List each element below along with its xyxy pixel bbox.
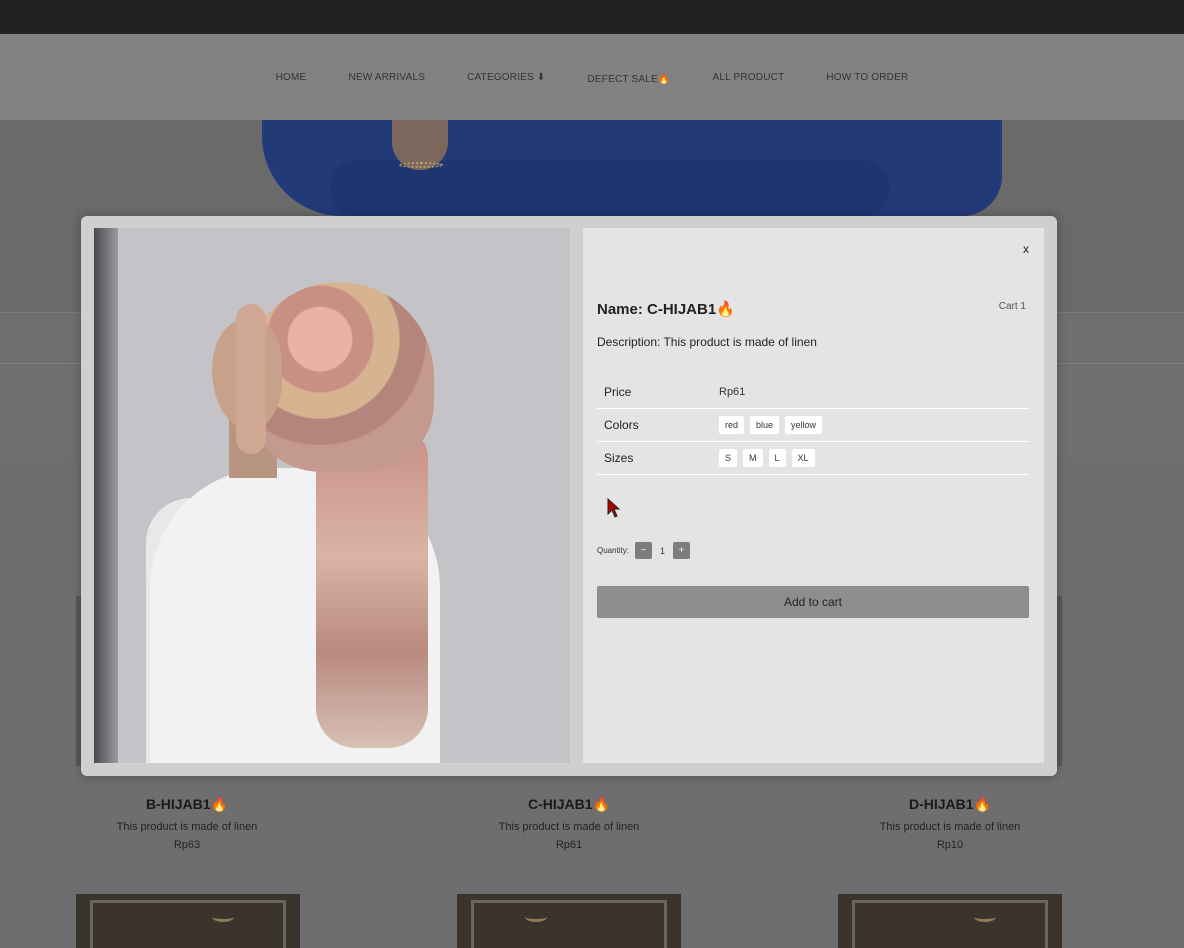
add-to-cart-button[interactable]: Add to cart xyxy=(597,586,1029,618)
quantity-stepper: Quantity: − 1 + xyxy=(597,542,691,559)
chandelier-icon xyxy=(974,912,996,922)
product-name: C-HIJAB1🔥 xyxy=(528,796,610,812)
product-description: This product is made of linen xyxy=(879,821,1021,833)
browser-top-bar xyxy=(0,0,1184,34)
colors-label: Colors xyxy=(604,418,639,432)
main-navigation: HOME NEW ARRIVALS CATEGORIES ⬇ DEFECT SA… xyxy=(0,34,1184,120)
product-attributes-table: Price Rp61 Colors red blue yellow Sizes … xyxy=(597,376,1029,475)
price-label: Price xyxy=(604,385,632,399)
nav-defect-sale[interactable]: DEFECT SALE🔥 xyxy=(587,74,670,85)
photo-shadow xyxy=(94,228,118,763)
mouse-cursor-icon xyxy=(607,498,621,518)
price-row: Price Rp61 xyxy=(597,376,1029,409)
product-thumbnail[interactable] xyxy=(457,894,681,948)
nav-new-arrivals[interactable]: NEW ARRIVALS xyxy=(348,72,425,83)
product-quick-view-modal: x Cart 1 Name: C-HIJAB1🔥 Description: Th… xyxy=(81,216,1057,776)
nav-all-product[interactable]: ALL PRODUCT xyxy=(713,72,785,83)
product-photo xyxy=(94,228,570,763)
nav-how-to-order[interactable]: HOW TO ORDER xyxy=(826,72,908,83)
product-card-d-hijab[interactable]: D-HIJAB1🔥 This product is made of linen … xyxy=(830,796,1070,851)
size-options: S M L XL xyxy=(719,449,815,467)
nav-home[interactable]: HOME xyxy=(276,72,307,83)
size-option-xl[interactable]: XL xyxy=(791,449,815,467)
page: HOME NEW ARRIVALS CATEGORIES ⬇ DEFECT SA… xyxy=(0,0,1184,948)
product-description: Description: This product is made of lin… xyxy=(597,335,817,349)
colors-row: Colors red blue yellow xyxy=(597,409,1029,442)
sizes-label: Sizes xyxy=(604,451,634,465)
quantity-decrease-button[interactable]: − xyxy=(635,542,653,559)
photo-scarf-band xyxy=(236,304,266,454)
quantity-value: 1 xyxy=(660,545,666,556)
product-description: This product is made of linen xyxy=(498,821,640,833)
product-price: Rp10 xyxy=(936,839,964,851)
thumbnail-frame xyxy=(471,900,667,948)
size-option-m[interactable]: M xyxy=(743,449,763,467)
size-option-l[interactable]: L xyxy=(768,449,786,467)
thumbnail-frame xyxy=(852,900,1048,948)
product-card-c-hijab[interactable]: C-HIJAB1🔥 This product is made of linen … xyxy=(449,796,689,851)
quantity-increase-button[interactable]: + xyxy=(673,542,691,559)
thumbnail-frame xyxy=(90,900,286,948)
photo-scarf-tail xyxy=(316,428,428,748)
color-options: red blue yellow xyxy=(719,416,823,434)
price-value: Rp61 xyxy=(719,386,746,398)
nav-categories[interactable]: CATEGORIES ⬇ xyxy=(467,72,545,83)
close-button[interactable]: x xyxy=(1023,242,1029,256)
product-details-panel: x Cart 1 Name: C-HIJAB1🔥 Description: Th… xyxy=(583,228,1044,763)
chandelier-icon xyxy=(525,912,547,922)
product-price: Rp61 xyxy=(555,839,583,851)
sizes-row: Sizes S M L XL xyxy=(597,442,1029,475)
product-thumbnail[interactable] xyxy=(76,894,300,948)
size-option-s[interactable]: S xyxy=(719,449,738,467)
quantity-label: Quantity: xyxy=(597,546,630,555)
product-name: B-HIJAB1🔥 xyxy=(146,796,228,812)
product-name: D-HIJAB1🔥 xyxy=(909,796,991,812)
product-thumbnail[interactable] xyxy=(838,894,1062,948)
product-description: This product is made of linen xyxy=(116,821,258,833)
hero-bracelet-image xyxy=(398,162,444,168)
color-option-red[interactable]: red xyxy=(719,416,745,434)
color-option-blue[interactable]: blue xyxy=(750,416,780,434)
product-price: Rp63 xyxy=(173,839,201,851)
product-title: Name: C-HIJAB1🔥 xyxy=(597,301,735,318)
chandelier-icon xyxy=(212,912,234,922)
product-card-b-hijab[interactable]: B-HIJAB1🔥 This product is made of linen … xyxy=(67,796,307,851)
cart-link[interactable]: Cart 1 xyxy=(999,301,1026,312)
color-option-yellow[interactable]: yellow xyxy=(785,416,823,434)
